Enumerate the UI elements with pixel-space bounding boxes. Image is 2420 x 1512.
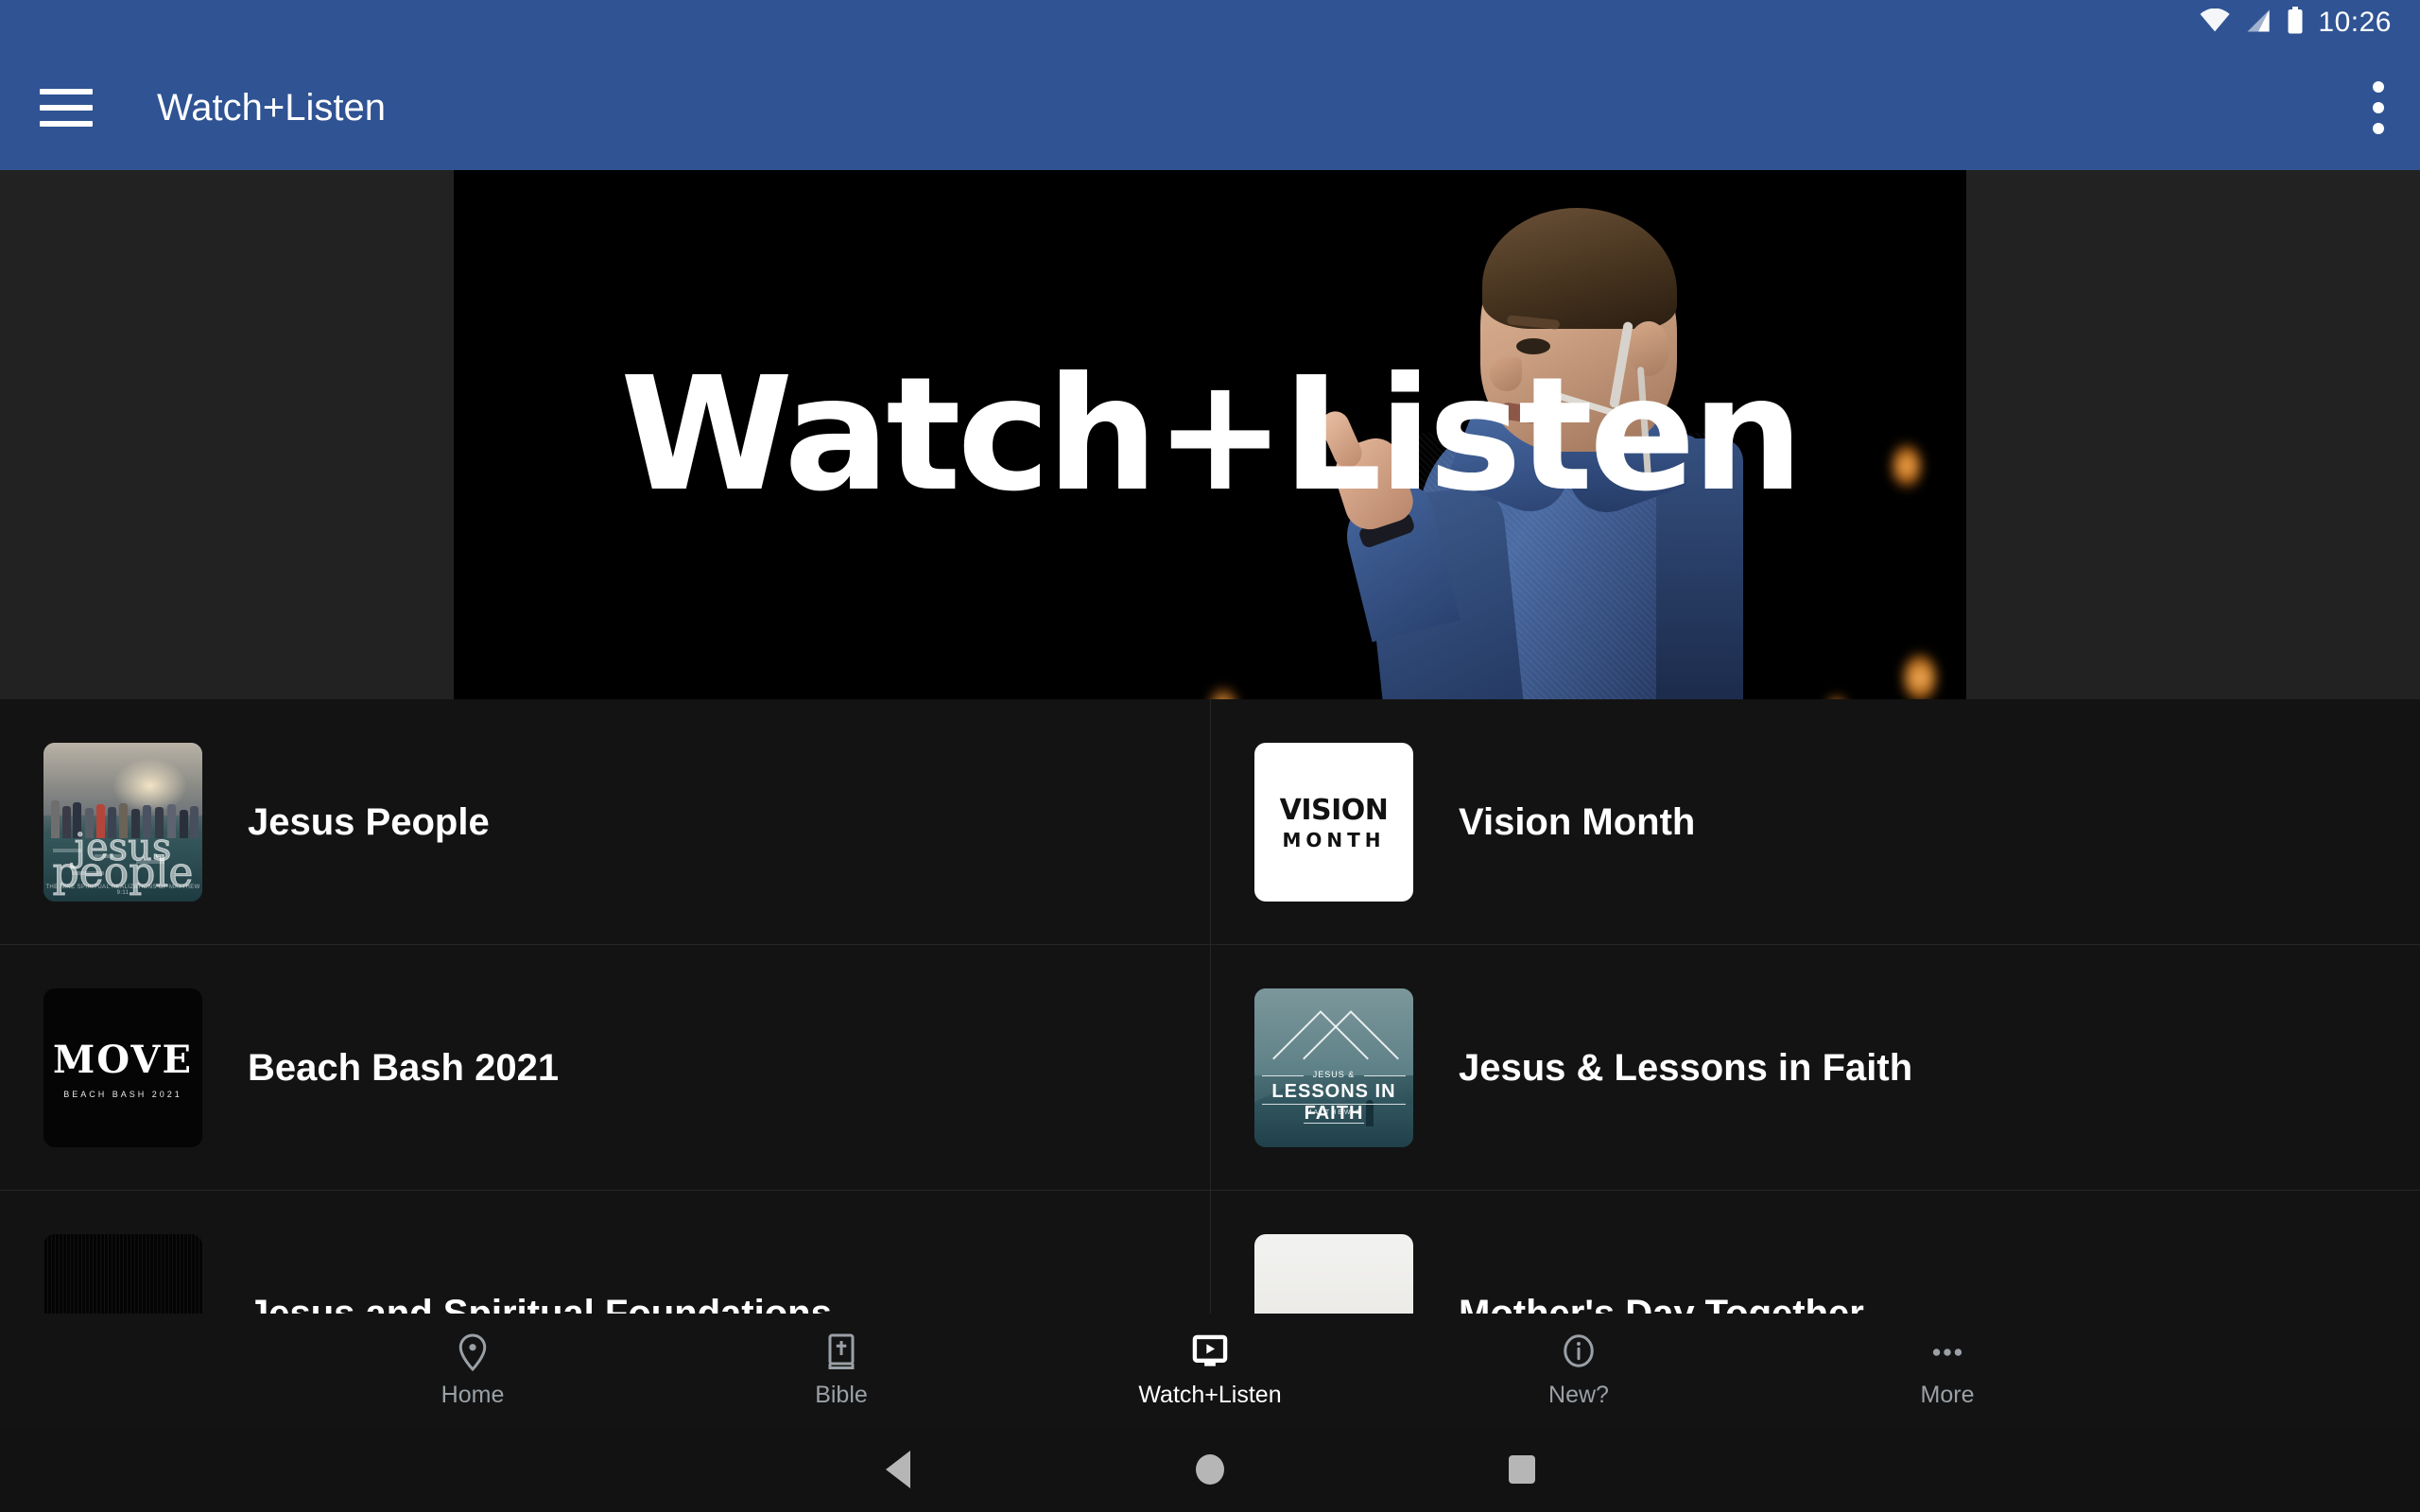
artwork-line-2: LESSONS IN FAITH [1271,1081,1396,1124]
artwork-subtitle: THE NINE SPIRITUAL REALIZATIONS OF MATTH… [45,885,200,896]
tab-label: Home [441,1381,505,1408]
nav-recents-button[interactable] [1366,1455,1678,1484]
artwork-line-1: MOVE [53,1037,193,1082]
nav-back-button[interactable] [742,1451,1054,1488]
list-item-lessons-in-faith[interactable]: JESUS & LESSONS IN FAITH MATTHEW 8 Jesus… [1210,945,2420,1191]
status-clock: 10:26 [2318,7,2392,38]
artwork-line-2: BEACH BASH 2021 [63,1089,182,1099]
tab-label: More [1920,1381,1975,1408]
hero-image: Watch+Listen [454,170,1966,699]
list-item-title: Jesus People [248,800,490,843]
wifi-icon [2199,8,2231,38]
list-item-title: Beach Bash 2021 [248,1046,560,1089]
move-beach-bash-artwork: MOVE BEACH BASH 2021 [43,988,202,1147]
list-item-title: Jesus and Spiritual Foundations [248,1292,832,1314]
mothers-day-artwork: mother's day [1254,1234,1413,1314]
home-circle-icon [1196,1454,1224,1485]
monitor-play-icon [1192,1332,1228,1372]
bible-book-icon [824,1332,858,1372]
list-item-title: Vision Month [1459,800,1696,843]
battery-icon [2286,6,2305,40]
hero-title: Watch+Listen [620,343,1804,526]
list-item-title: Jesus & Lessons in Faith [1459,1046,1913,1089]
tab-bible[interactable]: Bible [747,1332,936,1409]
series-list: jesus people THE NINE SPIRITUAL REALIZAT… [0,699,2420,1314]
recents-square-icon [1509,1455,1535,1484]
list-item-vision-month[interactable]: VISION MONTH Vision Month [1210,699,2420,945]
location-pin-icon [456,1332,490,1372]
list-item-beach-bash[interactable]: MOVE BEACH BASH 2021 Beach Bash 2021 [0,945,1210,1191]
lessons-in-faith-artwork: JESUS & LESSONS IN FAITH MATTHEW 8 [1254,988,1413,1147]
overflow-menu-icon[interactable] [2373,81,2384,134]
list-row: jesus people THE NINE SPIRITUAL REALIZAT… [0,699,2420,945]
tab-new[interactable]: New? [1484,1332,1673,1409]
hamburger-menu-icon[interactable] [40,89,93,127]
vision-month-artwork: VISION MONTH [1254,743,1413,902]
tab-label: Bible [815,1381,868,1408]
jesus-foundations-artwork: JESUS [43,1234,202,1314]
nav-home-button[interactable] [1054,1454,1366,1485]
system-navigation-bar [0,1427,2420,1512]
hero-banner[interactable]: Watch+Listen [0,170,2420,699]
tab-more[interactable]: More [1853,1332,2042,1409]
tab-home[interactable]: Home [378,1332,567,1409]
list-item-spiritual-foundations[interactable]: JESUS Jesus and Spiritual Foundations [0,1191,1210,1314]
cell-signal-icon [2244,9,2273,38]
status-bar: 10:26 [0,0,2420,45]
artwork-line-3: MATTHEW 8 [1305,1109,1362,1116]
more-dots-icon [1928,1332,1966,1372]
list-row: MOVE BEACH BASH 2021 Beach Bash 2021 JES [0,945,2420,1191]
page-title: Watch+Listen [157,86,386,129]
artwork-line-1: JESUS & [1312,1070,1356,1079]
tab-label: New? [1548,1381,1609,1408]
jesus-people-artwork: jesus people THE NINE SPIRITUAL REALIZAT… [43,743,202,902]
info-circle-icon [1562,1332,1596,1372]
artwork-line-1: VISION [1279,793,1389,827]
tab-watch-listen[interactable]: Watch+Listen [1115,1332,1305,1409]
list-item-mothers-day[interactable]: mother's day Mother's Day Together [1210,1191,2420,1314]
list-item-title: Mother's Day Together [1459,1292,1864,1314]
tab-label: Watch+Listen [1138,1381,1282,1408]
list-item-jesus-people[interactable]: jesus people THE NINE SPIRITUAL REALIZAT… [0,699,1210,945]
bottom-navigation: Home Bible Watch+Listen New? More [0,1314,2420,1427]
back-triangle-icon [886,1451,910,1488]
artwork-line-2: MONTH [1282,828,1386,851]
list-row: JESUS Jesus and Spiritual Foundations mo… [0,1191,2420,1314]
android-screen: 10:26 Watch+Listen Watch+Listen jesus pe… [0,0,2420,1512]
app-bar: Watch+Listen [0,45,2420,170]
